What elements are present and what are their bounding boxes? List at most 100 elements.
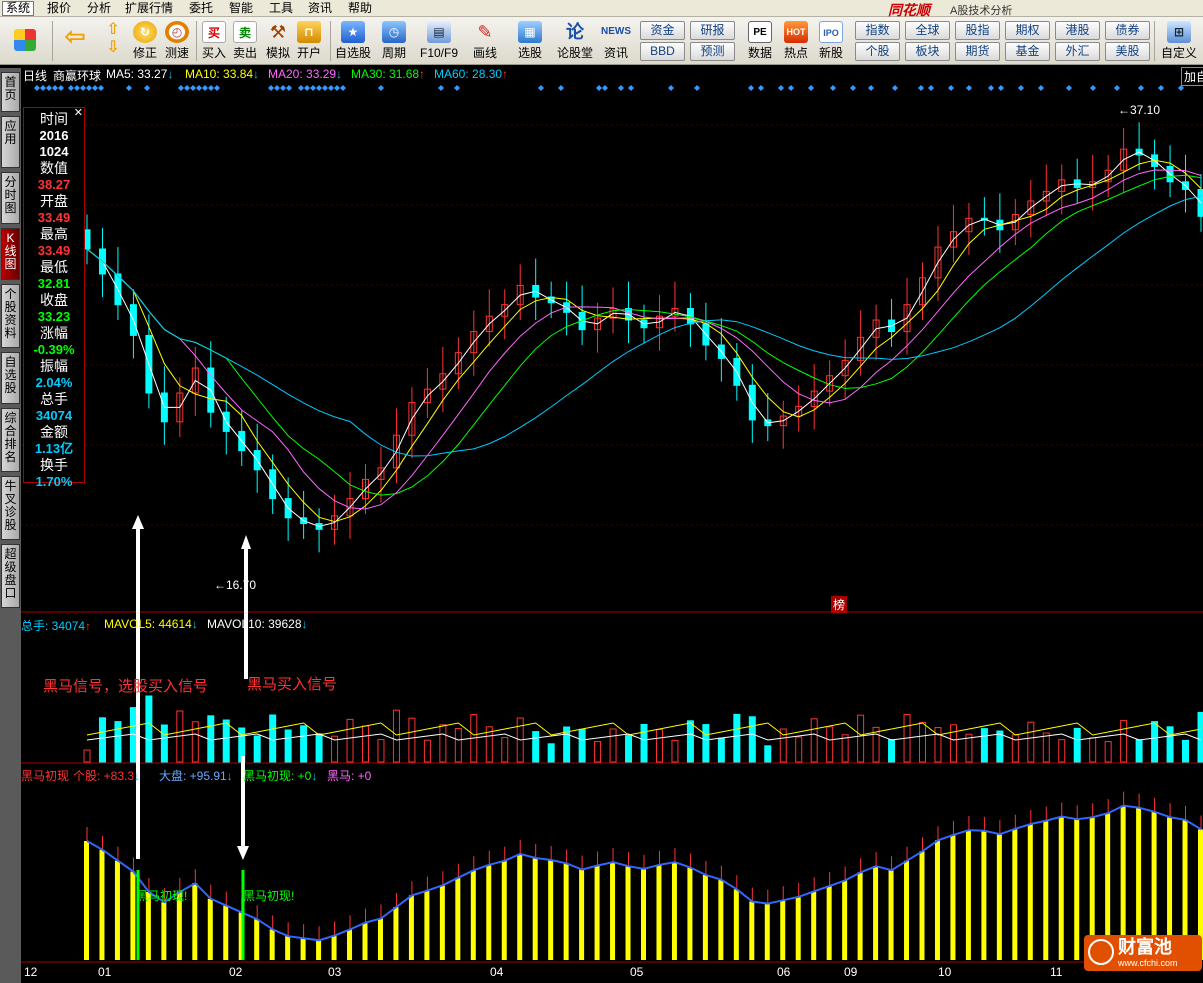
ipo-label: 新股 [818, 46, 843, 60]
page-up-down-button[interactable]: ⇧ ⇩ [100, 19, 126, 63]
annotation-horse-appear-1: 黑马初现! [136, 889, 188, 903]
nav-tab-ranking[interactable]: 综合排名 [1, 408, 20, 472]
signal-marker [998, 85, 1004, 91]
price-high-label: 37.10 [1130, 103, 1161, 117]
ma10-value: MA10: 33.84↓ [185, 67, 259, 81]
hot-button[interactable]: HOT 热点 [780, 19, 812, 63]
watchlist-button[interactable]: ★ 自选股 [333, 19, 373, 63]
volume-bar [1197, 711, 1203, 763]
options-button[interactable]: 期权 [1005, 21, 1050, 40]
indicator-bar [439, 885, 445, 960]
menu-tools[interactable]: 工具 [266, 1, 296, 16]
stock-select-button[interactable]: ▦ 选股 [510, 19, 550, 63]
period-button[interactable]: ◷ 周期 [376, 19, 412, 63]
hk-stock-button[interactable]: 港股 [1055, 21, 1100, 40]
fund-button[interactable]: 资金 [640, 21, 685, 40]
nav-tab-home[interactable]: 首页 [1, 72, 20, 112]
data-button[interactable]: PE 数据 [744, 19, 776, 63]
menu-extended-quotes[interactable]: 扩展行情 [122, 1, 176, 16]
rank-badge[interactable]: 榜 [831, 596, 848, 613]
info-label: 时间 [40, 111, 68, 127]
mavol10-label: MAVOL10: 39628 [207, 617, 302, 631]
index-button[interactable]: 指数 [855, 21, 900, 40]
f10-button[interactable]: ▤ F10/F9 [418, 19, 460, 63]
volume-bar [392, 709, 400, 763]
volume-bar [145, 695, 153, 763]
indicator-market-arrow: ↓ [226, 769, 233, 783]
signal-marker [202, 85, 208, 91]
open-account-button[interactable]: ⊓ 开户 [294, 19, 324, 63]
signal-marker [214, 85, 220, 91]
volume-bar [1120, 720, 1128, 763]
volume-bar [439, 724, 447, 763]
news-label: 资讯 [603, 46, 628, 60]
correct-label: 修正 [132, 46, 157, 60]
menu-news[interactable]: 资讯 [305, 1, 335, 16]
stock-index-button[interactable]: 股指 [955, 21, 1000, 40]
research-button[interactable]: 研报 [690, 21, 735, 40]
stock-button[interactable]: 个股 [855, 42, 900, 61]
x-tick-label: 12 [24, 965, 38, 979]
menu-help[interactable]: 帮助 [345, 1, 375, 16]
bbd-button[interactable]: BBD [640, 42, 685, 61]
forum-button[interactable]: 论 论股堂 [555, 19, 595, 63]
nav-tab-apps[interactable]: 应用 [1, 116, 20, 168]
volume-bar [160, 724, 168, 763]
menu-analysis[interactable]: 分析 [84, 1, 114, 16]
signal-marker [558, 85, 564, 91]
nav-tab-stock-profile[interactable]: 个股资料 [1, 284, 20, 348]
futures-button[interactable]: 期货 [955, 42, 1000, 61]
news-button[interactable]: NEWS 资讯 [598, 19, 634, 63]
signal-marker [328, 85, 334, 91]
menu-trade[interactable]: 委托 [186, 1, 216, 16]
back-button[interactable]: ⇦ [58, 19, 92, 63]
signal-marker [178, 85, 184, 91]
speed-test-button[interactable]: ◴ 测速 [162, 19, 192, 63]
signal-marker [628, 85, 634, 91]
volume-bar [377, 739, 385, 763]
pe-icon: PE [748, 21, 772, 43]
simulate-button[interactable]: ⚒ 模拟 [263, 19, 293, 63]
buy-button[interactable]: 买 买入 [199, 19, 229, 63]
kline-chart[interactable] [21, 65, 1203, 983]
indicator-bar [99, 849, 105, 960]
x-tick-label: 03 [328, 965, 342, 979]
ma60-label: MA60: 28.30 [434, 67, 503, 81]
ma10-arrow: ↓ [253, 67, 260, 81]
volume-total-label: 总手: 34074 [21, 619, 86, 633]
volume-bar [671, 739, 679, 763]
menu-smart[interactable]: 智能 [226, 1, 256, 16]
chart-area[interactable]: 日线 商赢环球 MA5: 33.27↓ MA10: 33.84↓ MA20: 3… [21, 65, 1203, 983]
signal-marker [850, 85, 856, 91]
nav-tab-intraday[interactable]: 分时图 [1, 172, 20, 224]
ipo-icon: IPO [819, 21, 843, 43]
menu-system[interactable]: 系统 [2, 1, 35, 16]
signal-marker [74, 85, 80, 91]
sell-button[interactable]: 卖 卖出 [230, 19, 260, 63]
signal-marker [778, 85, 784, 91]
forecast-button[interactable]: 预测 [690, 42, 735, 61]
forex-button[interactable]: 外汇 [1055, 42, 1100, 61]
volume-bar [594, 741, 602, 763]
correct-button[interactable]: ↻ 修正 [130, 19, 160, 63]
nav-tab-diagnosis[interactable]: 牛叉诊股 [1, 476, 20, 540]
layout-button[interactable] [10, 19, 40, 63]
toolbar-separator [196, 21, 197, 61]
toolbar-separator [52, 21, 53, 61]
us-stock-button[interactable]: 美股 [1105, 42, 1150, 61]
sector-button[interactable]: 板块 [905, 42, 950, 61]
funds-button[interactable]: 基金 [1005, 42, 1050, 61]
menu-quotes[interactable]: 报价 [44, 1, 74, 16]
nav-tab-watchlist[interactable]: 自选股 [1, 352, 20, 404]
customize-button[interactable]: ⊞ 自定义 [1158, 19, 1200, 63]
add-watchlist-link[interactable]: 加自 [1181, 67, 1203, 86]
nav-tab-kline[interactable]: K线图 [1, 228, 20, 280]
bond-button[interactable]: 债券 [1105, 21, 1150, 40]
indicator-bar [532, 858, 538, 960]
ipo-button[interactable]: IPO 新股 [815, 19, 847, 63]
nav-tab-super-level2[interactable]: 超级盘口 [1, 544, 20, 608]
volume-bar [764, 745, 772, 763]
draw-line-button[interactable]: ✎ 画线 [466, 19, 504, 63]
global-button[interactable]: 全球 [905, 21, 950, 40]
signal-marker [378, 85, 384, 91]
